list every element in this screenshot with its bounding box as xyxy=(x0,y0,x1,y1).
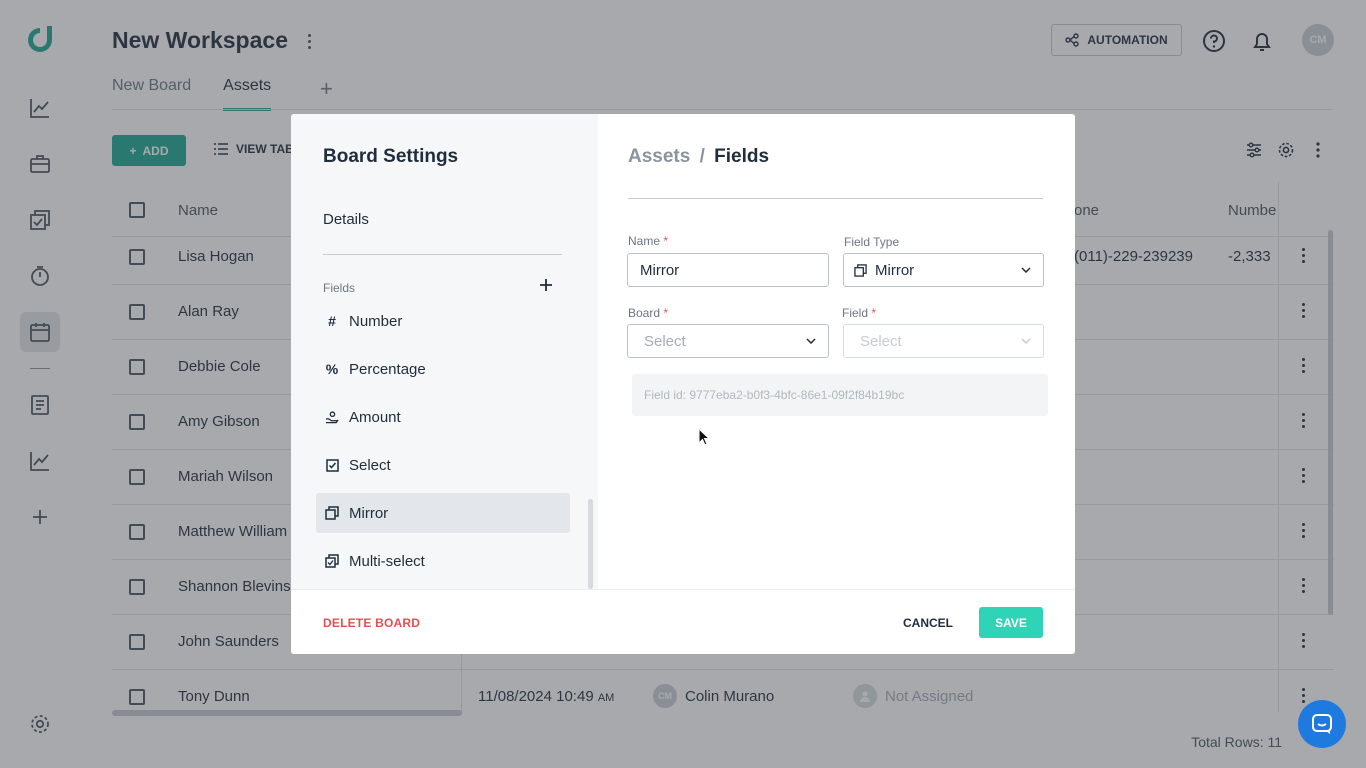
field-item-select[interactable]: Select xyxy=(316,445,570,485)
board-settings-modal: Board Settings Details Fields # Number %… xyxy=(291,114,1075,654)
breadcrumb-current: Fields xyxy=(714,146,770,167)
field-select-placeholder: Select xyxy=(860,332,902,350)
board-field-label: Board * xyxy=(628,306,669,320)
name-field-label: Name * xyxy=(628,234,669,248)
fields-section-label: Fields xyxy=(323,281,356,295)
chat-launcher-button[interactable] xyxy=(1298,700,1346,748)
amount-icon xyxy=(325,410,339,424)
field-id-text: Field id: 9777eba2-b0f3-4bfc-86e1-09f2f8… xyxy=(632,374,1048,416)
settings-sidebar: Board Settings Details Fields # Number %… xyxy=(291,114,598,589)
name-input[interactable]: Mirror xyxy=(627,253,829,287)
mouse-cursor-icon xyxy=(698,428,710,446)
checkbox-icon xyxy=(325,458,339,472)
field-item-multi-select[interactable]: Multi-select xyxy=(316,541,570,581)
field-item-label: Multi-select xyxy=(349,552,425,570)
field-item-label: Percentage xyxy=(349,360,426,378)
editor-divider xyxy=(628,198,1043,199)
field-select[interactable]: Select xyxy=(843,324,1044,358)
breadcrumb-separator: / xyxy=(699,146,705,167)
delete-board-button[interactable]: DELETE BOARD xyxy=(323,616,420,630)
details-link[interactable]: Details xyxy=(323,211,369,228)
field-type-select[interactable]: Mirror xyxy=(843,253,1044,287)
board-select-placeholder: Select xyxy=(644,332,686,350)
sidebar-divider xyxy=(323,254,562,255)
breadcrumb-parent[interactable]: Assets xyxy=(628,146,690,167)
sidebar-scrollbar[interactable] xyxy=(588,499,593,589)
field-item-mirror[interactable]: Mirror xyxy=(316,493,570,533)
field-field-label: Field * xyxy=(842,306,877,320)
field-type-value: Mirror xyxy=(875,261,915,279)
field-item-label: Mirror xyxy=(349,504,389,522)
field-type-label: Field Type xyxy=(844,235,900,249)
field-item-label: Select xyxy=(349,456,391,474)
field-item-amount[interactable]: Amount xyxy=(316,397,570,437)
chat-icon xyxy=(1312,714,1332,734)
add-field-icon[interactable] xyxy=(537,276,555,294)
field-item-number[interactable]: # Number xyxy=(316,301,570,341)
hash-icon: # xyxy=(328,313,336,329)
modal-footer: DELETE BOARD CANCEL SAVE xyxy=(291,589,1075,654)
chevron-down-icon xyxy=(806,338,816,344)
multi-select-icon xyxy=(325,554,339,568)
breadcrumb: Assets / Fields xyxy=(628,146,769,168)
modal-title: Board Settings xyxy=(323,146,459,167)
mirror-icon xyxy=(325,506,339,520)
field-editor: Assets / Fields Name * Mirror Field Type… xyxy=(598,114,1075,589)
percent-icon: % xyxy=(325,361,339,377)
chevron-down-icon xyxy=(1021,338,1031,344)
chevron-down-icon xyxy=(1021,267,1031,273)
field-item-percentage[interactable]: % Percentage xyxy=(316,349,570,389)
save-button[interactable]: SAVE xyxy=(979,607,1043,638)
cancel-button[interactable]: CANCEL xyxy=(903,616,953,630)
field-item-label: Number xyxy=(349,312,403,330)
mirror-icon xyxy=(854,263,867,277)
field-item-label: Amount xyxy=(349,408,401,426)
board-select[interactable]: Select xyxy=(627,324,829,358)
